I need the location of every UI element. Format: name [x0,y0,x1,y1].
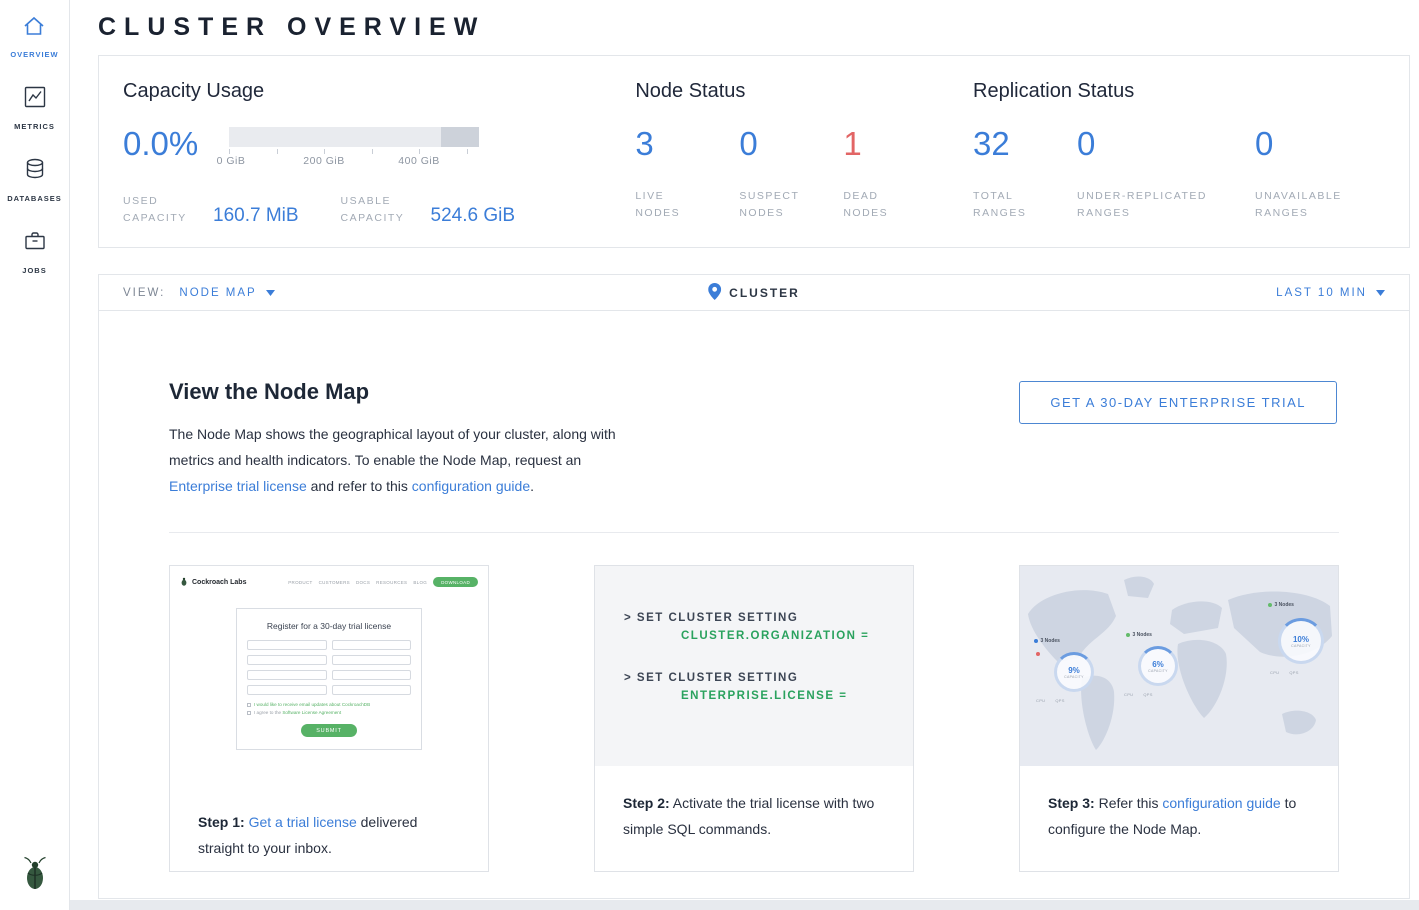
unavailable-ranges-label: UNAVAILABLE RANGES [1255,188,1365,222]
main-content: CLUSTER OVERVIEW Capacity Usage 0.0% 0 G… [70,0,1419,910]
sidebar-label-overview: OVERVIEW [10,50,58,59]
suspect-nodes-label: SUSPECT NODES [739,188,809,222]
registration-screenshot: Cockroach Labs PRODUCT CUSTOMERS DOCS RE… [170,566,488,785]
mini-download-button: DOWNLOAD [433,577,478,587]
suspect-nodes-stat: 0 SUSPECT NODES [739,125,843,222]
mini-register-form: Register for a 30-day trial license I wo… [236,608,422,750]
used-capacity-label: USED CAPACITY [123,193,207,227]
get-trial-license-link[interactable]: Get a trial license [249,814,357,830]
gauge-tick-400: 400 GiB [398,155,439,167]
mini-site-nav: PRODUCT CUSTOMERS DOCS RESOURCES BLOG DO… [288,577,478,587]
page-background-strip [70,900,1419,910]
used-capacity-value: 160.7 MiB [213,205,299,227]
total-ranges-label: TOTAL RANGES [973,188,1043,222]
node-metrics: CPUQPS [1270,670,1299,675]
cluster-summary-card: Capacity Usage 0.0% 0 GiB 200 GiB 400 Gi… [98,55,1410,248]
capacity-percent: 0.0% [123,125,229,163]
view-label: VIEW: [123,287,165,299]
sidebar-item-jobs[interactable]: JOBS [22,228,48,275]
under-replicated-label: UNDER-REPLICATED RANGES [1077,188,1245,222]
cockroach-mini-logo-icon [180,573,188,591]
gauge-tick-0: 0 GiB [217,155,246,167]
jobs-icon [22,228,48,259]
sidebar-label-databases: DATABASES [7,194,62,203]
node-status-title: Node Status [635,80,973,103]
node-metrics: CPUQPS [1036,698,1065,703]
node-locality-chip: 3 Nodes [1268,602,1294,608]
node-locality-chip: 3 Nodes [1034,638,1060,644]
node-metrics: CPUQPS [1124,692,1153,697]
under-replicated-value: 0 [1077,125,1255,163]
node-locality-chip: 3 Nodes [1126,632,1152,638]
step-3-caption: Step 3: Refer this configuration guide t… [1020,766,1338,842]
step-1-caption: Step 1: Get a trial license delivered st… [170,785,488,861]
chevron-down-icon [266,287,275,299]
metrics-icon [22,84,48,115]
capacity-donut-1: 9% CAPACITY [1054,652,1094,692]
suspect-nodes-value: 0 [739,125,843,163]
live-nodes-stat: 3 LIVE NODES [635,125,739,222]
chevron-down-icon [1376,287,1385,299]
view-selector[interactable]: NODE MAP [179,287,274,299]
replication-status-section: Replication Status 32 TOTAL RANGES 0 UND… [973,80,1385,247]
node-status-section: Node Status 3 LIVE NODES 0 SUSPECT NODES… [635,80,973,247]
live-nodes-label: LIVE NODES [635,188,705,222]
unavailable-ranges-value: 0 [1255,125,1385,163]
mini-brand-text: Cockroach Labs [192,579,246,586]
capacity-donut-3: 10% CAPACITY [1278,618,1324,664]
view-bar: VIEW: NODE MAP CLUSTER LAST 10 MIN [98,274,1410,311]
sidebar-label-metrics: METRICS [14,122,55,131]
step-3-card: 3 Nodes 9% CAPACITY CPUQPS 3 Nodes 6% [1019,565,1339,872]
divider [169,532,1339,533]
node-map-description: The Node Map shows the geographical layo… [169,421,639,499]
page-title: CLUSTER OVERVIEW [98,0,1410,42]
step-2-card: > SET CLUSTER SETTING CLUSTER.ORGANIZATI… [594,565,914,872]
sidebar-item-metrics[interactable]: METRICS [14,84,55,131]
location-pin-icon [708,283,721,303]
enterprise-trial-button[interactable]: GET A 30-DAY ENTERPRISE TRIAL [1019,381,1337,424]
time-range-selector[interactable]: LAST 10 MIN [1276,287,1385,299]
mini-form-title: Register for a 30-day trial license [247,621,411,631]
dead-nodes-stat: 1 DEAD NODES [843,125,947,222]
dead-nodes-label: DEAD NODES [843,188,903,222]
sidebar-item-databases[interactable]: DATABASES [7,156,62,203]
usable-capacity-label: USABLE CAPACITY [341,193,425,227]
sidebar-item-overview[interactable]: OVERVIEW [10,14,58,59]
node-map-preview: 3 Nodes 9% CAPACITY CPUQPS 3 Nodes 6% [1020,566,1338,766]
live-nodes-value: 3 [635,125,739,163]
gauge-tick-200: 200 GiB [303,155,344,167]
sql-commands-block: > SET CLUSTER SETTING CLUSTER.ORGANIZATI… [595,566,913,766]
replication-status-title: Replication Status [973,80,1385,103]
usable-capacity-value: 524.6 GiB [431,205,516,227]
databases-icon [22,156,48,187]
step-1-card: Cockroach Labs PRODUCT CUSTOMERS DOCS RE… [169,565,489,872]
total-ranges-stat: 32 TOTAL RANGES [973,125,1077,222]
sidebar-label-jobs: JOBS [22,266,46,275]
configuration-guide-link[interactable]: configuration guide [412,478,530,494]
step-2-caption: Step 2: Activate the trial license with … [595,766,913,842]
capacity-donut-2: 6% CAPACITY [1138,646,1178,686]
home-icon [21,14,47,43]
mini-submit-button: SUBMIT [301,724,357,737]
node-map-panel: View the Node Map The Node Map shows the… [98,310,1410,899]
sidebar: OVERVIEW METRICS DATABASES JOBS [0,0,70,910]
under-replicated-stat: 0 UNDER-REPLICATED RANGES [1077,125,1255,222]
dead-node-dot [1036,652,1040,656]
capacity-gauge: 0 GiB 200 GiB 400 GiB [229,127,479,163]
total-ranges-value: 32 [973,125,1077,163]
capacity-usage-section: Capacity Usage 0.0% 0 GiB 200 GiB 400 Gi… [123,80,635,247]
locality-breadcrumb: CLUSTER [708,283,800,303]
capacity-usage-title: Capacity Usage [123,80,635,103]
enterprise-trial-license-link[interactable]: Enterprise trial license [169,478,307,494]
unavailable-ranges-stat: 0 UNAVAILABLE RANGES [1255,125,1385,222]
cockroach-labs-logo-icon [22,855,48,896]
dead-nodes-value: 1 [843,125,947,163]
configuration-guide-link[interactable]: configuration guide [1162,795,1280,811]
